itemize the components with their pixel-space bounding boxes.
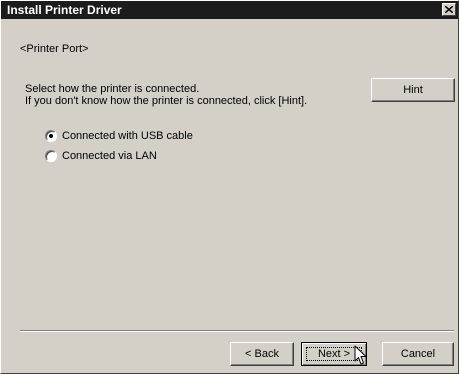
close-button[interactable]: [442, 3, 456, 16]
instruction-line-1: Select how the printer is connected.: [25, 83, 200, 95]
usb-option-label[interactable]: Connected with USB cable: [62, 129, 193, 143]
back-button[interactable]: < Back: [230, 342, 294, 366]
instruction-line-2: If you don't know how the printer is con…: [25, 95, 308, 107]
install-printer-driver-dialog: Install Printer Driver <Printer Port> Se…: [0, 0, 459, 374]
cancel-button[interactable]: Cancel: [382, 342, 454, 366]
lan-radio-button[interactable]: [45, 150, 57, 162]
printer-port-heading: <Printer Port>: [20, 43, 89, 55]
radio-selected-dot: [49, 134, 53, 138]
hand-pointer-cursor-icon: [354, 345, 367, 365]
usb-radio-button[interactable]: [45, 130, 57, 142]
close-icon: [445, 6, 453, 13]
lan-option-label[interactable]: Connected via LAN: [62, 149, 157, 163]
window-title: Install Printer Driver: [7, 3, 122, 17]
footer-separator: [20, 330, 454, 332]
hint-button[interactable]: Hint: [371, 78, 455, 102]
title-bar[interactable]: Install Printer Driver: [1, 1, 458, 19]
instruction-text: Select how the printer is connected. If …: [25, 83, 307, 107]
